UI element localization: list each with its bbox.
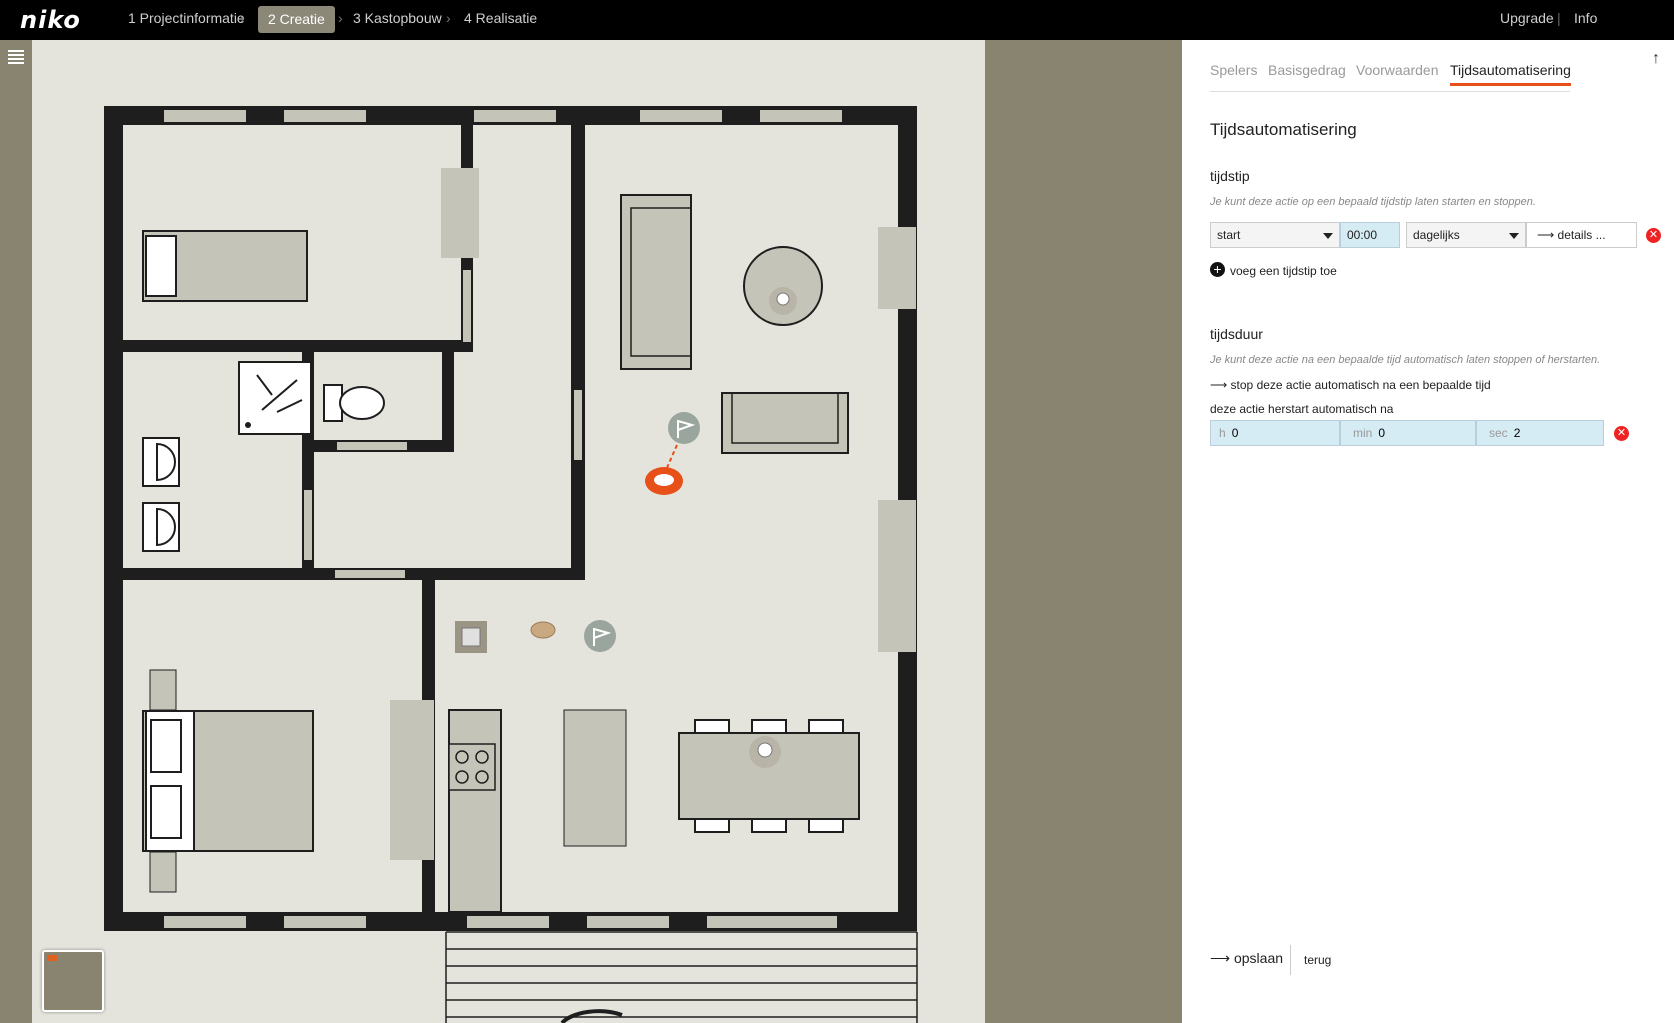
window: [707, 916, 837, 928]
tab-basisgedrag[interactable]: Basisgedrag: [1268, 62, 1346, 78]
minimap-thumbnail[interactable]: [42, 950, 104, 1012]
repeat-select-value: dagelijks: [1413, 228, 1460, 242]
terrace: [445, 931, 918, 1023]
window: [760, 110, 842, 122]
window: [640, 110, 722, 122]
wall: [571, 125, 585, 580]
door: [335, 570, 405, 578]
mode-select[interactable]: start: [1210, 222, 1340, 248]
niko-logo: niko: [20, 6, 81, 34]
top-link-separator: |: [1557, 10, 1561, 26]
door: [337, 442, 407, 450]
step-realisatie[interactable]: 4 Realisatie: [464, 0, 537, 40]
seconds-value: 2: [1513, 426, 1521, 440]
window: [467, 916, 549, 928]
toilet: [339, 386, 385, 420]
add-tijdstip-link[interactable]: voeg een tijdstip toe: [1230, 264, 1337, 278]
tijdsduur-hint: Je kunt deze actie na een bepaalde tijd …: [1210, 354, 1601, 366]
pillow: [145, 235, 177, 297]
wall: [442, 352, 454, 452]
arrow-up-icon[interactable]: ↑: [1652, 50, 1660, 68]
nightstand: [149, 851, 177, 893]
armchair: [721, 392, 849, 454]
repeat-select[interactable]: dagelijks: [1406, 222, 1526, 248]
details-label: details ...: [1557, 228, 1606, 242]
remove-tijdstip-icon[interactable]: ✕: [1646, 228, 1661, 243]
kitchen-counter: [448, 709, 502, 913]
remove-tijdsduur-icon[interactable]: ✕: [1614, 426, 1629, 441]
tab-tijdsautomatisering[interactable]: Tijdsautomatisering: [1450, 62, 1571, 86]
window: [284, 110, 366, 122]
door: [574, 390, 582, 460]
window: [474, 110, 556, 122]
chevron-right-icon: ›: [240, 10, 245, 26]
tijdstip-hint: Je kunt deze actie op een bepaald tijdst…: [1210, 196, 1536, 208]
restart-label: deze actie herstart automatisch na: [1210, 402, 1394, 416]
stove: [448, 743, 496, 791]
save-label: opslaan: [1233, 950, 1284, 966]
back-button[interactable]: terug: [1304, 953, 1331, 967]
divider: [1290, 945, 1291, 975]
step-creatie[interactable]: 2 Creatie: [258, 6, 335, 33]
arrow-right-icon: ⟶: [1210, 950, 1234, 966]
hours-value: 0: [1231, 426, 1239, 440]
tab-voorwaarden[interactable]: Voorwaarden: [1356, 62, 1439, 78]
minutes-field[interactable]: min 0: [1340, 420, 1476, 446]
panel-tabs: Spelers Basisgedrag Voorwaarden Tijdsaut…: [1210, 62, 1571, 92]
caret-down-icon: [1509, 233, 1519, 239]
tijdstip-heading: tijdstip: [1210, 168, 1250, 184]
menu-list-icon[interactable]: [8, 50, 24, 66]
speech-device: [530, 621, 556, 639]
door: [304, 490, 312, 560]
stop-link[interactable]: ⟶ stop deze actie automatisch na een bep…: [1210, 378, 1491, 392]
add-icon[interactable]: +: [1210, 262, 1225, 277]
wall: [104, 106, 123, 931]
info-link[interactable]: Info: [1574, 0, 1597, 36]
window: [164, 916, 246, 928]
floorplan-drawing: [104, 40, 1017, 1023]
hours-field[interactable]: h0: [1210, 420, 1340, 446]
seconds-label: sec: [1489, 426, 1508, 440]
tab-spelers[interactable]: Spelers: [1210, 62, 1257, 78]
arrow-right-icon: ⟶: [1210, 378, 1231, 392]
save-button[interactable]: ⟶ opslaan: [1210, 950, 1283, 967]
floorplan-canvas[interactable]: [32, 40, 1017, 1023]
kitchen-island: [563, 709, 627, 847]
window: [587, 916, 669, 928]
chevron-right-icon: ›: [338, 10, 343, 26]
minutes-value: 0: [1378, 426, 1386, 440]
wardrobe: [441, 168, 479, 258]
nightstand: [149, 669, 177, 711]
upgrade-link[interactable]: Upgrade: [1500, 0, 1554, 36]
chevron-right-icon: ›: [446, 10, 451, 26]
window: [284, 916, 366, 928]
tijdsduur-heading: tijdsduur: [1210, 326, 1263, 342]
mode-select-value: start: [1217, 228, 1241, 242]
caret-down-icon: [1323, 233, 1333, 239]
time-input[interactable]: 00:00: [1340, 222, 1400, 248]
seconds-field[interactable]: sec 2: [1476, 420, 1604, 446]
time-input-value: 00:00: [1347, 228, 1378, 242]
stop-link-label: stop deze actie automatisch na een bepaa…: [1230, 378, 1491, 392]
properties-panel: ↑ Spelers Basisgedrag Voorwaarden Tijdsa…: [1182, 40, 1674, 1023]
top-bar: niko 1 Projectinformatie › 2 Creatie › 3…: [0, 0, 1674, 40]
hours-label: h: [1219, 426, 1226, 440]
details-button[interactable]: ⟶ details ...: [1526, 222, 1637, 248]
cabinet: [878, 227, 916, 309]
door: [463, 270, 471, 342]
left-toolbar: [0, 40, 32, 1023]
wardrobe: [390, 700, 434, 860]
step-kastopbouw[interactable]: 3 Kastopbouw: [353, 0, 442, 40]
step-projectinformatie[interactable]: 1 Projectinformatie: [128, 0, 245, 40]
cabinet: [878, 500, 916, 652]
section-title: Tijdsautomatisering: [1210, 120, 1357, 139]
minutes-label: min: [1353, 426, 1373, 440]
wall: [123, 340, 473, 352]
arrow-right-icon: ⟶: [1537, 228, 1555, 242]
window: [164, 110, 246, 122]
